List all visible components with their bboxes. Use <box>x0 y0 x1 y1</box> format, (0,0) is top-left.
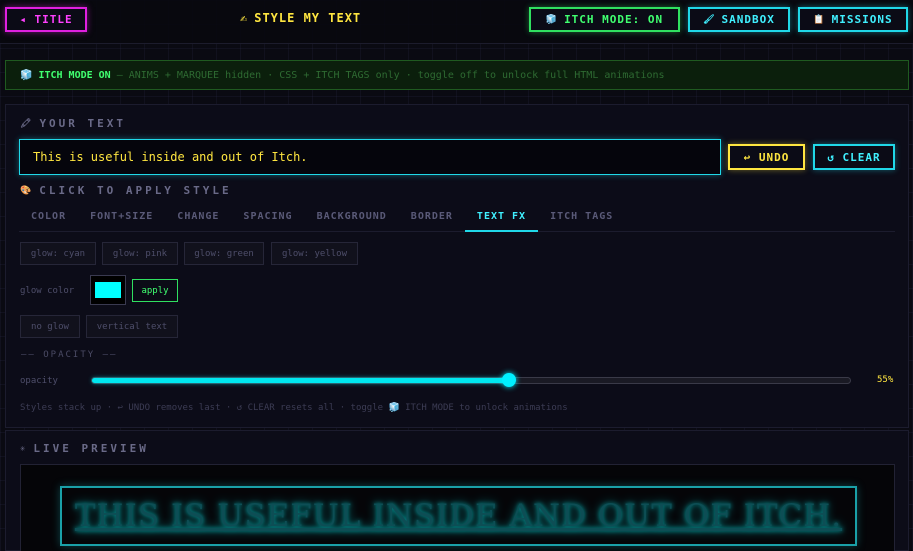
title-button-label: ◂ TITLE <box>19 13 73 26</box>
your-text-heading: 🖍 YOUR TEXT <box>20 117 126 130</box>
opacity-slider-thumb[interactable] <box>501 373 516 387</box>
missions-button[interactable]: 📋 MISSIONS <box>798 7 908 32</box>
clipboard-icon: 📋 <box>813 14 826 25</box>
opacity-heading: —— OPACITY —— <box>21 350 118 360</box>
app-title-text: STYLE MY TEXT <box>254 11 362 25</box>
tab-font-size[interactable]: FONT+SIZE <box>78 205 165 232</box>
sparkle-icon: ✳ <box>20 443 26 454</box>
clear-button[interactable]: ↺ CLEAR <box>813 144 895 170</box>
itch-mode-message: — ANIMS + MARQUEE hidden · CSS + ITCH TA… <box>116 69 665 81</box>
sandbox-button[interactable]: 🖌 SANDBOX <box>688 7 790 32</box>
glow-color-picker[interactable] <box>90 275 126 305</box>
clear-label: ↺ CLEAR <box>827 150 881 164</box>
itch-mode-banner: 🧊 ITCH MODE ON — ANIMS + MARQUEE hidden … <box>5 60 909 90</box>
undo-label: ↩ UNDO <box>743 150 790 164</box>
tab-change[interactable]: CHANGE <box>165 205 231 232</box>
sandbox-label: SANDBOX <box>721 13 775 26</box>
tab-background[interactable]: BACKGROUND <box>305 205 399 232</box>
live-preview-heading: ✳ LIVE PREVIEW <box>20 442 149 455</box>
glow-green-chip[interactable]: glow: green <box>184 242 264 265</box>
opacity-label: opacity <box>20 376 58 386</box>
glow-color-label: glow color <box>20 286 75 296</box>
palette-icon: 🎨 <box>20 185 32 196</box>
apply-glow-button[interactable]: apply <box>132 279 178 302</box>
glow-color-swatch <box>95 282 121 298</box>
no-glow-chip[interactable]: no glow <box>20 315 80 338</box>
editor-panel: 🖍 YOUR TEXT ↩ UNDO ↺ CLEAR 🎨 CLICK TO AP… <box>5 104 909 428</box>
preview-text: This is useful inside and out of Itch. <box>74 498 843 534</box>
itch-mode-label: ITCH MODE: ON <box>564 13 664 26</box>
itch-mode-status: ITCH MODE ON <box>38 69 111 81</box>
opacity-slider-fill <box>92 378 509 383</box>
style-hint: Styles stack up · ↩ UNDO removes last · … <box>20 403 568 413</box>
apply-style-heading: 🎨 CLICK TO APPLY STYLE <box>20 184 232 197</box>
preview-box: This is useful inside and out of Itch. <box>60 486 857 546</box>
undo-button[interactable]: ↩ UNDO <box>728 144 805 170</box>
paintbrush-icon: 🖌 <box>703 14 716 25</box>
glow-cyan-chip[interactable]: glow: cyan <box>20 242 96 265</box>
writing-hand-icon: ✍ <box>240 11 249 25</box>
opacity-value: 55% <box>877 375 894 385</box>
tab-border[interactable]: BORDER <box>399 205 465 232</box>
apply-style-label: CLICK TO APPLY STYLE <box>39 184 232 197</box>
glow-pink-chip[interactable]: glow: pink <box>102 242 178 265</box>
preview-panel: ✳ LIVE PREVIEW This is useful inside and… <box>5 430 909 551</box>
itch-mode-toggle-button[interactable]: 🧊 ITCH MODE: ON <box>529 7 680 32</box>
live-preview-label: LIVE PREVIEW <box>33 442 149 455</box>
opacity-slider[interactable] <box>91 373 851 387</box>
ice-cube-icon: 🧊 <box>20 69 33 81</box>
glow-yellow-chip[interactable]: glow: yellow <box>271 242 358 265</box>
tab-color[interactable]: COLOR <box>19 205 78 232</box>
top-bar: ◂ TITLE ✍ STYLE MY TEXT 🧊 ITCH MODE: ON … <box>0 0 913 44</box>
ice-cube-icon: 🧊 <box>545 14 559 25</box>
missions-label: MISSIONS <box>831 13 893 26</box>
your-text-label: YOUR TEXT <box>39 117 127 130</box>
tab-itch-tags[interactable]: ITCH TAGS <box>538 205 625 232</box>
crayon-icon: 🖍 <box>20 118 32 129</box>
preview-stage: This is useful inside and out of Itch. <box>20 464 895 551</box>
tab-spacing[interactable]: SPACING <box>231 205 304 232</box>
style-tabs: COLOR FONT+SIZE CHANGE SPACING BACKGROUN… <box>19 205 895 232</box>
title-button[interactable]: ◂ TITLE <box>5 7 87 32</box>
app-title: ✍ STYLE MY TEXT <box>240 11 361 25</box>
vertical-text-chip[interactable]: vertical text <box>86 315 178 338</box>
tab-text-fx[interactable]: TEXT FX <box>464 205 539 232</box>
text-input[interactable] <box>19 139 721 175</box>
